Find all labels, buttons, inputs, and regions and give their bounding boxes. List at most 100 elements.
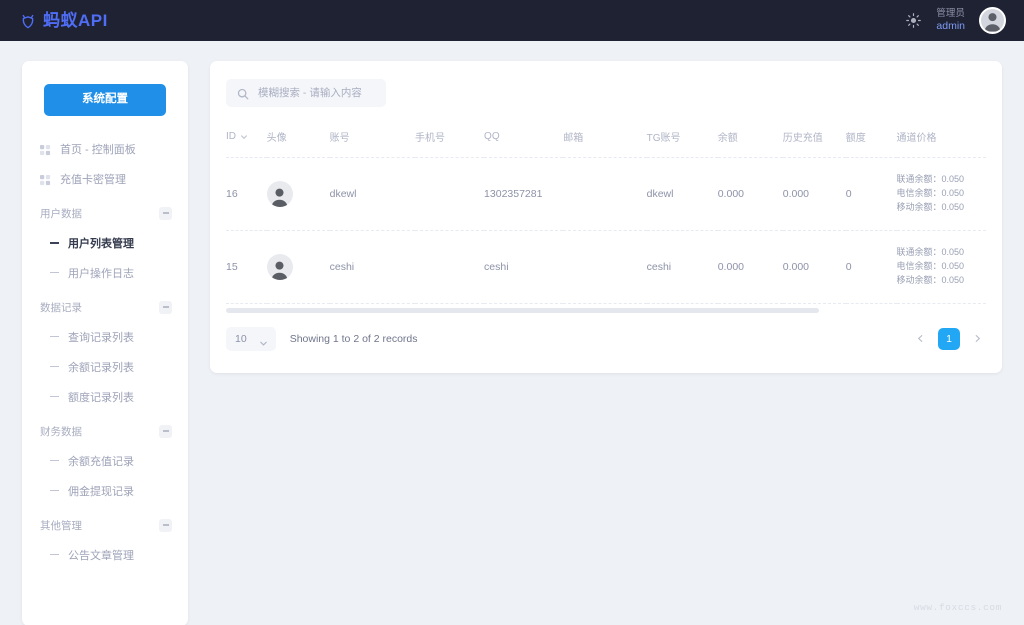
search-input[interactable] <box>258 87 378 99</box>
sidebar-item-label: 用户列表管理 <box>68 237 134 250</box>
column-label: 头像 <box>266 133 287 144</box>
column-label: TG账号 <box>646 133 681 144</box>
records-summary: Showing 1 to 2 of 2 records <box>289 332 418 345</box>
cell-tg: ceshi <box>646 230 718 304</box>
column-label: 额度 <box>845 133 866 144</box>
sidebar-group-title: 其他管理 <box>40 519 82 532</box>
user-role-label: 管理员 <box>936 8 965 19</box>
sidebar-group-title: 用户数据 <box>40 207 82 220</box>
sidebar-item-card-management[interactable]: 充值卡密管理 <box>22 164 188 194</box>
search-icon <box>237 87 249 100</box>
cell-avatar <box>266 230 330 304</box>
dash-icon <box>50 241 59 244</box>
app-logo-text: 蚂蚁API <box>43 11 108 30</box>
sidebar-item-label: 查询记录列表 <box>68 331 134 344</box>
collapse-icon[interactable] <box>159 206 172 220</box>
table-header-row: ID 头像 账号 手机号 QQ 邮箱 TG账号 余额 历史充值 额度 通道价格 <box>226 123 986 158</box>
column-label: QQ <box>484 131 500 142</box>
cell-phone <box>414 230 485 304</box>
column-label: 手机号 <box>414 133 445 144</box>
site-watermark: www.foxccs.com <box>913 602 1002 613</box>
cell-channel-price: 联通余额：0.050 电信余额：0.050 移动余额：0.050 <box>896 157 986 231</box>
system-config-button[interactable]: 系统配置 <box>44 84 166 116</box>
header-right-cluster: 管理员 admin <box>905 7 1006 34</box>
chevron-right-icon[interactable] <box>969 330 986 347</box>
cell-balance: 0.000 <box>717 230 783 304</box>
table-header: ID 头像 账号 手机号 QQ 邮箱 TG账号 余额 历史充值 额度 通道价格 <box>226 123 986 158</box>
user-name-label: admin <box>936 19 965 32</box>
sidebar-item-quota-records[interactable]: 额度记录列表 <box>22 382 188 412</box>
cell-phone <box>414 157 485 231</box>
sidebar-group-title: 数据记录 <box>40 301 82 314</box>
price-line: 移动余额：0.050 <box>896 274 965 285</box>
collapse-icon[interactable] <box>159 300 172 314</box>
sidebar-item-label: 用户操作日志 <box>68 267 134 280</box>
app-logo[interactable]: 蚂蚁API <box>18 11 108 31</box>
cell-quota: 0 <box>845 157 897 231</box>
sidebar-item-query-records[interactable]: 查询记录列表 <box>22 322 188 352</box>
table-row[interactable]: 15 ceshi ceshi ceshi 0.000 0.000 0 联通余额：… <box>226 230 986 304</box>
sun-icon[interactable] <box>905 12 922 29</box>
sidebar-group-other-management: 其他管理 <box>22 506 188 540</box>
column-header-id[interactable]: ID <box>226 123 267 158</box>
sidebar: 系统配置 首页 - 控制面板 充值卡密管理 用户数据 用户列表管理 用户操作日志… <box>22 61 188 625</box>
collapse-icon[interactable] <box>159 424 172 438</box>
column-label: 账号 <box>329 133 350 144</box>
page-size-select[interactable]: 10 <box>226 326 276 351</box>
top-header-bar: 蚂蚁API 管理员 admin <box>0 0 1024 41</box>
sidebar-item-recharge-records[interactable]: 余额充值记录 <box>22 446 188 476</box>
column-label: 邮箱 <box>563 133 584 144</box>
sidebar-item-label: 佣金提现记录 <box>68 485 134 498</box>
chevron-down-icon[interactable] <box>240 133 248 141</box>
dash-icon <box>50 489 59 492</box>
grid-icon <box>40 173 51 186</box>
cell-qq: 1302357281 <box>484 157 564 231</box>
cell-email <box>563 157 647 231</box>
column-header-email: 邮箱 <box>563 123 647 158</box>
dash-icon <box>50 335 59 338</box>
avatar <box>266 180 293 207</box>
sidebar-item-label: 额度记录列表 <box>68 391 134 404</box>
sidebar-group-user-data: 用户数据 <box>22 194 188 228</box>
price-line: 联通余额：0.050 <box>896 246 965 257</box>
sidebar-item-balance-records[interactable]: 余额记录列表 <box>22 352 188 382</box>
chevron-down-icon <box>259 335 267 346</box>
price-line: 电信余额：0.050 <box>896 260 965 271</box>
dash-icon <box>50 271 59 274</box>
page-size-value: 10 <box>235 332 247 345</box>
cell-account: dkewl <box>329 157 415 231</box>
sidebar-item-withdraw-records[interactable]: 佣金提现记录 <box>22 476 188 506</box>
user-table: ID 头像 账号 手机号 QQ 邮箱 TG账号 余额 历史充值 额度 通道价格 … <box>226 123 986 304</box>
cell-id: 15 <box>226 230 267 304</box>
sidebar-item-announcement-management[interactable]: 公告文章管理 <box>22 540 188 570</box>
user-identity[interactable]: 管理员 admin <box>936 8 965 32</box>
cell-email <box>563 230 647 304</box>
cell-balance: 0.000 <box>717 157 783 231</box>
page-body: 系统配置 首页 - 控制面板 充值卡密管理 用户数据 用户列表管理 用户操作日志… <box>0 41 1024 625</box>
chevron-left-icon[interactable] <box>912 330 929 347</box>
sidebar-item-label: 余额记录列表 <box>68 361 134 374</box>
cell-account: ceshi <box>329 230 415 304</box>
column-header-qq: QQ <box>484 123 564 158</box>
sidebar-item-dashboard[interactable]: 首页 - 控制面板 <box>22 134 188 164</box>
avatar <box>266 253 293 280</box>
sidebar-item-label: 首页 - 控制面板 <box>60 143 136 156</box>
table-row[interactable]: 16 dkewl 1302357281 dkewl 0.000 0.000 0 … <box>226 157 986 231</box>
sidebar-item-user-list[interactable]: 用户列表管理 <box>22 228 188 258</box>
cell-qq: ceshi <box>484 230 564 304</box>
cell-quota: 0 <box>845 230 897 304</box>
cell-history-recharge: 0.000 <box>782 230 846 304</box>
column-header-balance: 余额 <box>717 123 783 158</box>
column-label: 通道价格 <box>896 133 937 144</box>
sidebar-item-user-logs[interactable]: 用户操作日志 <box>22 258 188 288</box>
sidebar-group-finance-data: 财务数据 <box>22 412 188 446</box>
dash-icon <box>50 365 59 368</box>
collapse-icon[interactable] <box>159 518 172 532</box>
column-header-phone: 手机号 <box>414 123 485 158</box>
search-bar[interactable] <box>226 79 386 107</box>
dash-icon <box>50 553 59 556</box>
avatar[interactable] <box>979 7 1006 34</box>
user-avatar-icon <box>984 13 1001 32</box>
sidebar-group-title: 财务数据 <box>40 425 82 438</box>
pagination-page-1[interactable]: 1 <box>938 327 960 350</box>
